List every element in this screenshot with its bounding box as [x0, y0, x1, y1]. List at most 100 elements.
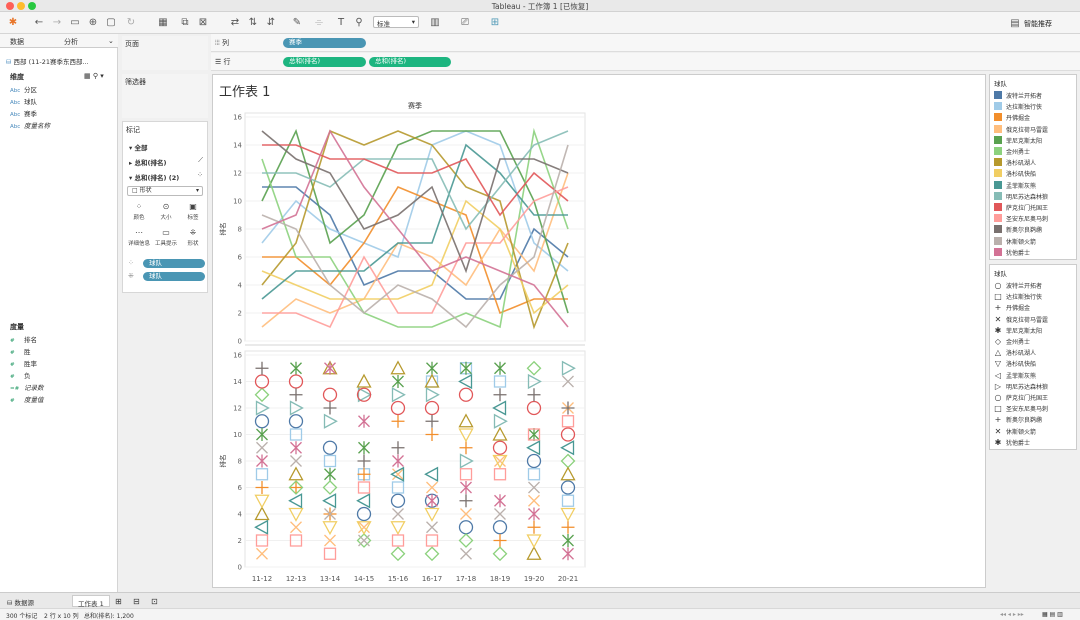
columns-shelf[interactable]: ⦙⦙⦙ 列 赛季: [211, 34, 1080, 52]
shape-mark[interactable]: [560, 466, 576, 481]
measure-field[interactable]: # 度量值: [10, 394, 44, 404]
shape-mark[interactable]: [255, 361, 269, 375]
sort-desc-icon[interactable]: ⇵: [264, 16, 278, 30]
shape-legend-item[interactable]: ▽ 洛杉矶快船: [994, 359, 1036, 369]
shape-mark[interactable]: [562, 547, 574, 561]
fit-select[interactable]: 标准 ▾: [373, 16, 419, 28]
tableau-logo-icon[interactable]: ✱: [6, 16, 20, 30]
shape-mark[interactable]: [526, 545, 542, 560]
shape-mark[interactable]: [357, 454, 371, 468]
new-sheet-icon[interactable]: ▦: [156, 16, 170, 30]
shape-button[interactable]: ⁜ 形状: [181, 227, 205, 249]
color-pill[interactable]: 球队: [143, 259, 205, 268]
refresh-icon[interactable]: ↻: [124, 16, 138, 30]
new-story-icon[interactable]: ⊡: [146, 595, 163, 607]
pages-card[interactable]: 页面: [122, 36, 208, 70]
shape-mark[interactable]: [460, 361, 472, 375]
color-legend-item[interactable]: 明尼苏达森林狼: [994, 191, 1048, 201]
shape-mark[interactable]: [458, 520, 474, 535]
shape-mark[interactable]: [290, 441, 302, 455]
chart-svg[interactable]: 赛季 0 2 4 6 8 10 12 14 16 排名 0 2 4 6 8 10 12 14 16 排名 11-12 12-…: [213, 75, 987, 589]
shape-legend-item[interactable]: + 新奥尔良鹈鹕: [994, 415, 1042, 425]
duplicate-sheet-icon[interactable]: ⧉: [178, 16, 192, 30]
shape-legend-item[interactable]: ◁ 孟菲斯灰熊: [994, 371, 1036, 380]
shape-mark[interactable]: [288, 493, 303, 509]
shape-mark[interactable]: [323, 547, 337, 560]
color-legend-item[interactable]: 波特兰开拓者: [994, 91, 1042, 100]
share-icon[interactable]: ⊞: [488, 16, 502, 30]
shape-legend-item[interactable]: ✱ 菲尼克斯太阳: [994, 326, 1042, 335]
group-icon[interactable]: ⌯: [312, 16, 326, 30]
shape-mark[interactable]: [356, 493, 371, 509]
shape-mark[interactable]: [458, 387, 474, 402]
shape-mark[interactable]: [527, 520, 541, 534]
shape-mark[interactable]: [391, 441, 405, 455]
shape-mark[interactable]: [390, 546, 406, 562]
shape-mark[interactable]: [289, 388, 303, 402]
shape-mark[interactable]: [323, 401, 337, 415]
shape-mark[interactable]: [561, 494, 575, 507]
sheet-tab[interactable]: 工作表 1: [72, 595, 110, 608]
measure-field[interactable]: =# 记录数: [10, 382, 44, 392]
shape-mark[interactable]: [322, 521, 338, 536]
shape-mark[interactable]: [526, 440, 541, 456]
color-legend-item[interactable]: 圣安东尼奥马刺: [994, 214, 1048, 223]
shape-mark[interactable]: [425, 414, 439, 428]
undo-icon[interactable]: ←: [32, 16, 46, 30]
shape-legend-item[interactable]: ✕ 休斯顿火箭: [994, 427, 1036, 436]
shape-legend-item[interactable]: ✱ 犹他爵士: [994, 438, 1030, 447]
measure-field[interactable]: # 胜: [10, 346, 31, 356]
shape-legend-item[interactable]: ○ 萨克拉门托国王: [994, 393, 1049, 403]
shape-mark[interactable]: [290, 361, 302, 375]
smart-recommend-button[interactable]: 智能推荐: [1024, 19, 1052, 29]
shape-mark[interactable]: [391, 387, 406, 403]
redo-icon[interactable]: →: [50, 16, 64, 30]
shape-mark[interactable]: [561, 520, 575, 534]
shape-mark[interactable]: [356, 387, 372, 402]
shape-legend-item[interactable]: □ 圣安东尼奥马刺: [994, 404, 1048, 414]
shape-mark[interactable]: [492, 546, 508, 562]
shape-mark[interactable]: [492, 520, 508, 535]
measure-field[interactable]: # 胜率: [10, 358, 37, 368]
pause-updates-icon[interactable]: ▢: [104, 16, 118, 30]
shape-mark[interactable]: [390, 493, 406, 508]
pane-menu-icon[interactable]: ⌄: [108, 37, 114, 45]
shape-pill[interactable]: 球队: [143, 272, 205, 281]
shape-legend-item[interactable]: △ 洛杉矶湖人: [994, 348, 1036, 358]
measure-field[interactable]: # 负: [10, 370, 31, 380]
shape-mark[interactable]: [358, 414, 370, 428]
shape-mark[interactable]: [254, 519, 269, 535]
shape-mark[interactable]: [255, 481, 269, 494]
shape-legend-item[interactable]: □ 达拉斯独行侠: [994, 292, 1042, 302]
shape-mark[interactable]: [256, 547, 268, 560]
color-legend-item[interactable]: 菲尼克斯太阳: [994, 135, 1042, 145]
shape-mark[interactable]: [390, 521, 406, 536]
shape-mark[interactable]: [458, 413, 474, 428]
color-legend-item[interactable]: 萨克拉门托国王: [994, 203, 1048, 212]
color-legend-item[interactable]: 丹佛掘金: [994, 113, 1030, 122]
shape-mark[interactable]: [322, 493, 337, 509]
color-legend-item[interactable]: 达拉斯独行侠: [994, 102, 1042, 111]
shape-mark[interactable]: [289, 481, 303, 494]
color-legend-item[interactable]: 俄克拉荷马雷霆: [994, 124, 1048, 134]
shape-mark[interactable]: [391, 414, 405, 428]
marks-sum2-row[interactable]: ▾ 总和(排名) (2): [129, 172, 179, 182]
shape-mark[interactable]: [527, 468, 541, 481]
shape-mark[interactable]: [288, 466, 304, 481]
shape-mark[interactable]: [255, 468, 269, 481]
shape-legend-item[interactable]: ✕ 俄克拉荷马雷霆: [994, 315, 1048, 324]
new-dashboard-icon[interactable]: ⊟: [128, 595, 145, 607]
shape-legend[interactable]: 球队 ○ 波特兰开拓者 □ 达拉斯独行侠 + 丹佛掘金 ✕ 俄克拉荷马雷霆 ✱ 菲尼克斯太阳 ◇ 金州…: [989, 264, 1077, 450]
shape-mark[interactable]: [561, 360, 576, 376]
mark-type-select[interactable]: □ 形状 ▾: [127, 186, 203, 196]
columns-pill[interactable]: 赛季: [283, 38, 366, 48]
shape-mark[interactable]: [460, 547, 472, 560]
dimension-field[interactable]: Abc 球队: [10, 96, 37, 106]
shape-mark[interactable]: [493, 534, 507, 547]
shape-mark[interactable]: [323, 413, 338, 429]
pin-icon[interactable]: ⚲: [352, 16, 366, 30]
label-icon[interactable]: T: [334, 16, 348, 30]
shape-legend-item[interactable]: ▷ 明尼苏达森林狼: [994, 382, 1048, 391]
tab-data[interactable]: 数据: [10, 37, 24, 47]
shape-mark[interactable]: [527, 388, 541, 402]
